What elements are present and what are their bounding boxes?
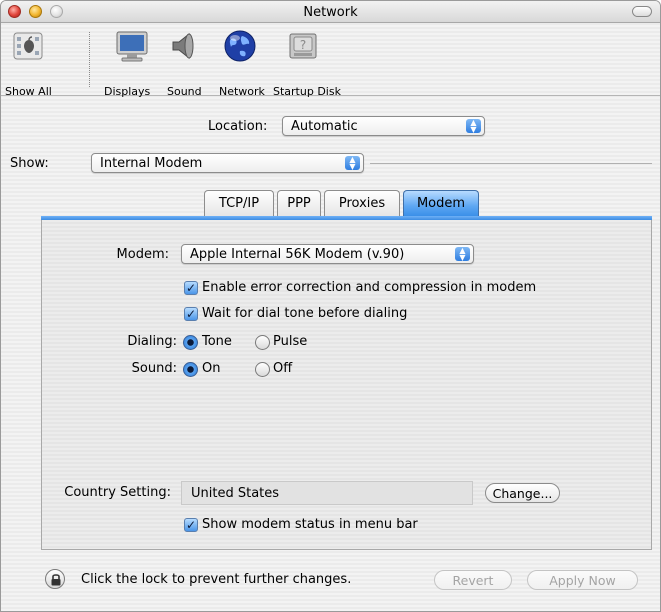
sound-on-label: On — [202, 361, 221, 376]
location-label: Location: — [208, 119, 268, 134]
popup-arrows-icon: ▲ ▼ — [466, 119, 481, 134]
apply-now-button-label: Apply Now — [549, 573, 616, 588]
toolbar-label-sound: Sound — [167, 85, 202, 98]
modem-label: Modem: — [116, 247, 169, 262]
show-popup[interactable]: Internal Modem ▲ ▼ — [91, 153, 364, 173]
country-setting-field: United States — [181, 481, 473, 505]
lock-message: Click the lock to prevent further change… — [81, 572, 352, 587]
modem-value: Apple Internal 56K Modem (v.90) — [190, 247, 405, 262]
popup-arrows-icon: ▲ ▼ — [345, 156, 360, 171]
network-globe-icon — [224, 30, 256, 62]
toolbar-label-network: Network — [219, 85, 265, 98]
show-value: Internal Modem — [100, 156, 203, 171]
country-setting-value: United States — [191, 486, 280, 501]
toolbar-label-show-all: Show All — [5, 85, 52, 98]
tab-proxies[interactable]: Proxies — [324, 190, 400, 216]
svg-text:?: ? — [300, 38, 306, 52]
toolbar-label-displays: Displays — [104, 85, 151, 98]
sound-icon — [172, 32, 194, 60]
sound-label: Sound: — [131, 361, 177, 376]
tab-ppp[interactable]: PPP — [277, 190, 321, 216]
country-setting-label: Country Setting: — [64, 485, 171, 500]
tab-modem[interactable]: Modem — [403, 190, 479, 216]
startup-disk-icon: ? — [289, 33, 317, 59]
show-modem-status-checkbox[interactable]: ✓ — [184, 518, 198, 532]
wait-dial-tone-checkbox[interactable]: ✓ — [184, 307, 198, 321]
network-preferences-window: Network Show All Displays Sound Network … — [0, 0, 661, 612]
show-modem-status-label: Show modem status in menu bar — [202, 517, 418, 532]
show-label: Show: — [10, 156, 49, 171]
change-button[interactable]: Change... — [485, 483, 560, 503]
toolbar-toggle-button[interactable] — [632, 6, 652, 17]
sound-on-radio[interactable] — [183, 362, 198, 377]
error-correction-label: Enable error correction and compression … — [202, 280, 537, 295]
dialing-pulse-label: Pulse — [273, 334, 308, 349]
title-bar[interactable]: Network — [1, 1, 660, 23]
error-correction-checkbox[interactable]: ✓ — [184, 281, 198, 295]
revert-button-label: Revert — [452, 573, 494, 588]
displays-icon — [116, 31, 148, 62]
revert-button[interactable]: Revert — [434, 570, 512, 590]
apply-now-button[interactable]: Apply Now — [527, 570, 638, 590]
tab-tcpip[interactable]: TCP/IP — [204, 190, 274, 216]
popup-arrows-icon: ▲ ▼ — [455, 247, 470, 262]
lock-button[interactable] — [45, 569, 65, 589]
tab-label: Modem — [416, 196, 466, 211]
lock-icon — [51, 574, 61, 586]
divider-line — [370, 163, 652, 164]
dialing-pulse-radio[interactable] — [255, 335, 270, 350]
dialing-tone-radio[interactable] — [183, 335, 198, 350]
toolbar: Show All Displays Sound Network ? Startu… — [1, 24, 660, 98]
sound-off-label: Off — [273, 361, 293, 376]
tab-label: TCP/IP — [218, 196, 260, 211]
change-button-label: Change... — [492, 486, 553, 501]
modem-popup[interactable]: Apple Internal 56K Modem (v.90) ▲ ▼ — [181, 244, 474, 264]
window-title: Network — [303, 5, 358, 20]
location-value: Automatic — [291, 119, 358, 134]
tab-label: PPP — [287, 196, 311, 211]
tab-label: Proxies — [338, 196, 386, 211]
dialing-label: Dialing: — [127, 334, 177, 349]
show-all-icon — [13, 32, 43, 60]
dialing-tone-label: Tone — [202, 334, 232, 349]
sound-off-radio[interactable] — [255, 362, 270, 377]
toolbar-label-startup-disk: Startup Disk — [273, 85, 341, 98]
location-popup[interactable]: Automatic ▲ ▼ — [282, 116, 485, 136]
toolbar-divider — [89, 32, 90, 87]
wait-dial-tone-label: Wait for dial tone before dialing — [202, 306, 408, 321]
